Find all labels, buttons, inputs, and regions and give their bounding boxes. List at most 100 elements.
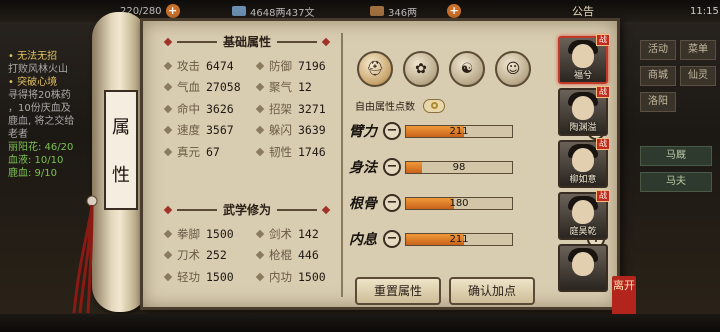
diamond-icon	[255, 251, 265, 260]
attribute-label: 身法	[349, 160, 377, 176]
header-line	[177, 208, 217, 211]
ornament-icon	[163, 205, 173, 214]
stat-label: 气血	[177, 80, 200, 95]
stat-label: 招架	[269, 101, 292, 116]
coin-icon	[232, 6, 246, 16]
hat-icon[interactable]: ⛑	[357, 51, 393, 87]
diamond-icon	[255, 229, 265, 238]
quest-log-line: 鹿血, 将之交给	[8, 116, 75, 127]
character-card[interactable]: 福兮 战	[558, 34, 610, 84]
ornament-icon	[163, 37, 173, 46]
bag-icon[interactable]: ✿	[403, 51, 439, 87]
stat-row: 拳脚 1500 剑术 142	[163, 223, 349, 245]
menu-shop[interactable]: 商城	[640, 66, 676, 86]
diamond-icon	[255, 147, 265, 156]
character-card[interactable]: 陶渊溢 战	[558, 86, 610, 136]
stat-label: 命中	[177, 101, 200, 116]
reset-attributes-button[interactable]: 重置属性	[355, 277, 441, 305]
stat-label: 枪棍	[269, 248, 292, 263]
stat-value: 27058	[206, 80, 241, 95]
stat-label: 拳脚	[177, 226, 200, 241]
stat-cell: 枪棍 446	[255, 247, 349, 263]
decrease-button[interactable]: −	[383, 230, 401, 248]
stat-value: 12	[298, 80, 312, 95]
free-points: 自由属性点数	[355, 98, 445, 113]
diamond-icon	[163, 61, 173, 70]
body-icon[interactable]: ☺	[495, 51, 531, 87]
coins-stat: 4648两437文	[232, 4, 315, 19]
stat-cell: 招架 3271	[255, 101, 349, 117]
menu-groom[interactable]: 马夫	[640, 172, 712, 192]
martial-stats-grid: 拳脚 1500 剑术 142 刀术 252 枪棍 446 轻功 1500 内功 1500	[163, 223, 349, 288]
stat-cell: 命中 3626	[163, 101, 257, 117]
diamond-icon	[163, 147, 173, 156]
stat-value: 3567	[206, 123, 234, 138]
stat-label: 防御	[269, 58, 292, 73]
avatar	[572, 44, 594, 68]
header-line	[277, 208, 318, 211]
attribute-value: 211	[449, 233, 469, 245]
battle-badge: 战	[596, 86, 610, 98]
stat-value: 446	[298, 248, 319, 263]
clock: 11:15	[690, 5, 719, 17]
add-currency-button[interactable]: +	[447, 4, 462, 18]
quest-log-line: 老者	[8, 129, 28, 140]
basic-stats-grid: 攻击 6474 防御 7196 气血 27058 聚气 12 命中 3626 招架 3271 速度 356…	[163, 55, 349, 163]
decrease-button[interactable]: −	[383, 158, 401, 176]
decrease-button[interactable]: −	[383, 122, 401, 140]
header-line	[277, 40, 318, 43]
stat-value: 1500	[206, 226, 234, 241]
stat-value: 3639	[298, 123, 326, 138]
character-card[interactable]: 柳如意 战	[558, 138, 610, 188]
menu-activity[interactable]: 活动	[640, 40, 676, 60]
stat-value: 1746	[298, 144, 326, 159]
menu-stable[interactable]: 马厩	[640, 146, 712, 166]
stat-row: 命中 3626 招架 3271	[163, 98, 349, 120]
quest-log-line: 打败风林火山	[8, 64, 68, 75]
character-card[interactable]: 庭昊乾 战	[558, 190, 610, 240]
menu-main[interactable]: 菜单	[680, 40, 716, 60]
character-name: 庭昊乾	[569, 227, 597, 237]
stat-cell: 内功 1500	[255, 269, 349, 285]
diamond-icon	[163, 83, 173, 92]
taiji-icon[interactable]: ☯	[449, 51, 485, 87]
stat-label: 速度	[177, 123, 200, 138]
avatar	[572, 148, 594, 172]
stat-cell: 聚气 12	[255, 79, 349, 95]
diamond-icon	[255, 61, 265, 70]
stat-value: 1500	[298, 269, 326, 284]
diamond-icon	[255, 126, 265, 135]
diamond-icon	[255, 83, 265, 92]
attribute-value: 211	[449, 125, 469, 137]
diamond-icon	[255, 272, 265, 281]
quest-log-line: 血液: 10/10	[8, 155, 64, 166]
stat-cell: 气血 27058	[163, 79, 257, 95]
basic-section-title: 基础属性	[223, 35, 272, 49]
stat-row: 轻功 1500 内功 1500	[163, 266, 349, 288]
reputation-stat: 346两 +	[370, 4, 462, 19]
tassel-decoration	[72, 195, 98, 314]
avatar	[572, 252, 594, 276]
stat-label: 真元	[177, 144, 200, 159]
announcement-link[interactable]: 公告	[572, 3, 594, 19]
ornament-icon	[321, 205, 331, 214]
add-stamina-button[interactable]: +	[165, 4, 180, 18]
diamond-icon	[163, 126, 173, 135]
character-card[interactable]	[558, 244, 608, 292]
quest-log-line: 丽阳花: 46/20	[8, 142, 74, 153]
diamond-icon	[163, 229, 173, 238]
martial-section-header: 武学修为	[163, 201, 331, 218]
title-char-1: 属	[112, 117, 130, 138]
confirm-points-button[interactable]: 确认加点	[449, 277, 535, 305]
decrease-button[interactable]: −	[383, 194, 401, 212]
stat-cell: 防御 7196	[255, 58, 349, 74]
character-list: 福兮战陶渊溢战柳如意战庭昊乾战	[552, 34, 618, 308]
stat-label: 刀术	[177, 248, 200, 263]
menu-location[interactable]: 洛阳	[640, 92, 676, 112]
quest-log-line: • 突破心境	[8, 77, 58, 88]
free-points-label: 自由属性点数	[355, 102, 415, 113]
battle-badge: 战	[596, 138, 610, 150]
exit-seal-button[interactable]: 离开	[612, 276, 636, 316]
stat-row: 速度 3567 躲闪 3639	[163, 120, 349, 142]
menu-spirit[interactable]: 仙灵	[680, 66, 716, 86]
